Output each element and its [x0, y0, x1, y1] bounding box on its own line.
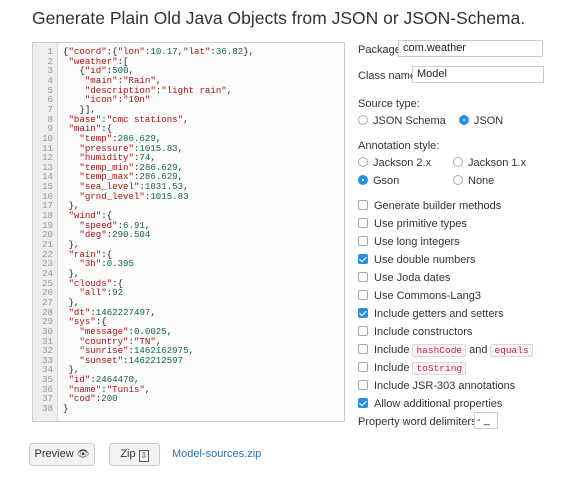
source-json-schema-label: JSON Schema	[373, 115, 446, 127]
option-getters-setters[interactable]: Include getters and setters	[358, 308, 504, 320]
option-commons-label: Use Commons-Lang3	[374, 290, 481, 302]
checkbox-icon	[358, 362, 368, 372]
package-label: Package	[358, 44, 401, 56]
preview-button[interactable]: Preview 👁	[29, 443, 95, 466]
radio-icon	[358, 115, 368, 125]
delimiters-label: Property word delimiters:	[358, 416, 480, 428]
package-row: Package	[358, 44, 401, 56]
option-hashcode-prefix: Include	[374, 344, 410, 356]
annotation-row-2: Gson None	[358, 175, 494, 187]
download-file-icon: ⇩	[138, 450, 149, 462]
source-json-label: JSON	[473, 115, 504, 127]
page-title: Generate Plain Old Java Objects from JSO…	[32, 8, 526, 28]
jackson1-label: Jackson 1.x	[468, 157, 527, 169]
option-constructors[interactable]: Include constructors	[358, 326, 472, 338]
checkbox-icon	[358, 290, 368, 300]
classname-row: Class name	[358, 70, 416, 82]
code-text: "sunset":1462212597	[79, 354, 184, 366]
option-double[interactable]: Use double numbers	[358, 254, 476, 266]
radio-icon	[358, 157, 368, 167]
checkbox-icon	[358, 380, 368, 390]
none-label: None	[468, 175, 495, 187]
option-joda-label: Use Joda dates	[374, 272, 451, 284]
option-additional-properties[interactable]: Allow additional properties	[358, 398, 502, 410]
hashcode-code-tag: hashCode	[412, 344, 467, 357]
code-text: }	[63, 403, 69, 415]
package-input[interactable]: com.weather	[398, 40, 543, 57]
tostring-code-tag: toString	[412, 362, 467, 375]
checkbox-icon	[358, 200, 368, 210]
checkbox-icon	[358, 236, 368, 246]
zip-button-label: Zip	[120, 448, 136, 460]
gson-option[interactable]: Gson	[358, 175, 453, 187]
option-long-label: Use long integers	[374, 236, 460, 248]
radio-icon	[453, 157, 463, 167]
delimiters-input[interactable]: - _	[474, 412, 498, 429]
classname-label: Class name	[358, 70, 417, 82]
code-text: "cod":200	[68, 393, 118, 405]
radio-icon	[453, 175, 463, 185]
eye-icon: 👁	[76, 449, 90, 460]
delimiters-row: Property word delimiters:	[358, 416, 480, 428]
source-type-options: JSON Schema JSON	[358, 115, 503, 127]
checkbox-checked-icon	[358, 398, 368, 408]
jackson2-option[interactable]: Jackson 2.x	[358, 157, 453, 169]
option-double-label: Use double numbers	[374, 254, 476, 266]
option-hashcode-and: and	[469, 344, 488, 356]
option-builder[interactable]: Generate builder methods	[358, 200, 501, 212]
option-joda[interactable]: Use Joda dates	[358, 272, 450, 284]
option-long[interactable]: Use long integers	[358, 236, 460, 248]
option-tostring-prefix: Include	[374, 362, 410, 374]
option-builder-label: Generate builder methods	[374, 200, 502, 212]
option-additional-label: Allow additional properties	[374, 398, 503, 410]
radio-selected-icon	[358, 175, 368, 185]
source-json-option[interactable]: JSON	[458, 115, 504, 127]
option-primitive[interactable]: Use primitive types	[358, 218, 467, 230]
option-primitive-label: Use primitive types	[374, 218, 467, 230]
radio-selected-icon	[458, 115, 469, 125]
checkbox-icon	[358, 344, 368, 354]
option-jsr303-label: Include JSR-303 annotations	[374, 380, 516, 392]
option-jsr303[interactable]: Include JSR-303 annotations	[358, 380, 515, 392]
preview-button-label: Preview	[34, 448, 74, 460]
option-commons[interactable]: Use Commons-Lang3	[358, 290, 481, 302]
checkbox-icon	[358, 272, 368, 282]
classname-input[interactable]: Model	[412, 66, 544, 83]
checkbox-checked-icon	[358, 254, 368, 264]
option-tostring[interactable]: Include toString	[358, 362, 469, 375]
json-editor[interactable]: 1 {"coord":{"lon":10.17,"lat":36.82}, 2 "w…	[32, 42, 345, 422]
annotation-row-1: Jackson 2.x Jackson 1.x	[358, 157, 526, 169]
annotation-style-label: Annotation style:	[358, 140, 440, 152]
equals-code-tag: equals	[490, 344, 533, 357]
jackson1-option[interactable]: Jackson 1.x	[453, 157, 526, 169]
option-constructors-label: Include constructors	[374, 326, 473, 338]
code-text: "grnd_level":1015.83	[79, 190, 189, 202]
checkbox-icon	[358, 218, 368, 228]
line-number: 38	[42, 403, 53, 415]
none-option[interactable]: None	[453, 175, 494, 187]
zip-button[interactable]: Zip ⇩	[109, 443, 160, 466]
checkbox-icon	[358, 326, 368, 336]
option-hashcode-equals[interactable]: Include hashCode and equals	[358, 344, 536, 357]
source-json-schema-option[interactable]: JSON Schema	[358, 115, 446, 127]
gson-label: Gson	[373, 175, 400, 187]
option-getters-setters-label: Include getters and setters	[374, 308, 504, 320]
source-type-label: Source type:	[358, 98, 420, 110]
checkbox-checked-icon	[358, 308, 368, 318]
jackson2-label: Jackson 2.x	[373, 157, 432, 169]
download-zip-link[interactable]: Model-sources.zip	[172, 448, 261, 460]
